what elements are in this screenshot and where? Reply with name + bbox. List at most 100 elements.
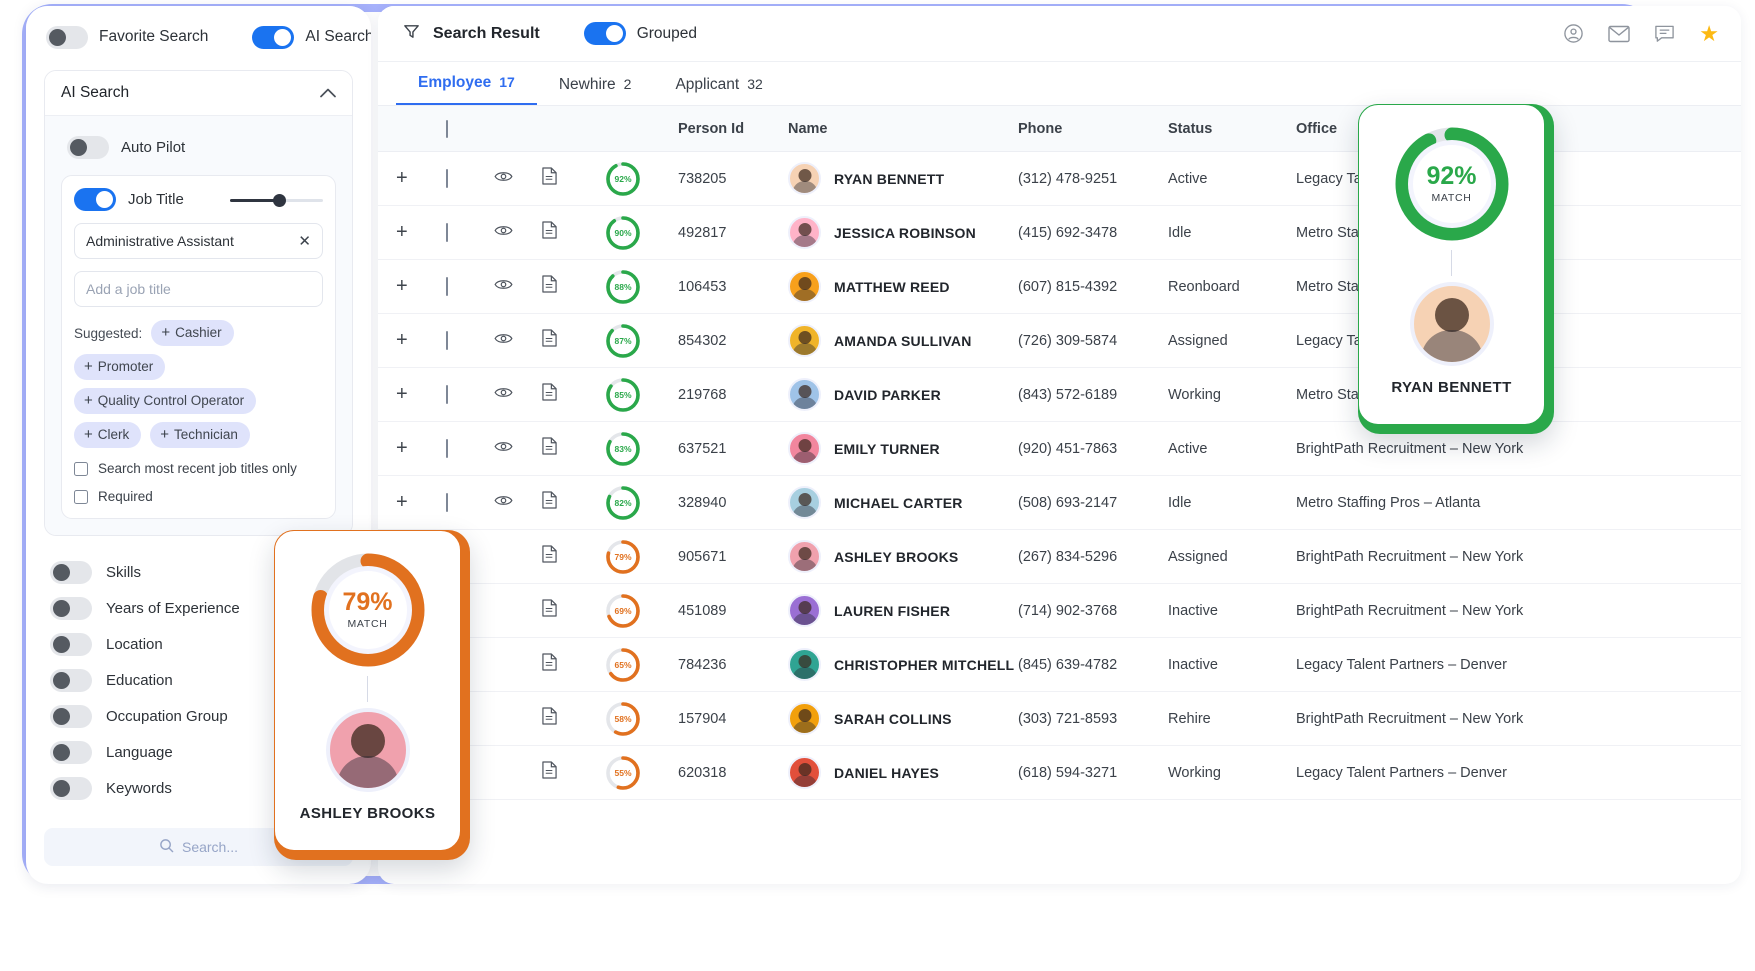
eye-icon[interactable] xyxy=(494,224,542,242)
suggestion-chip-promoter[interactable]: +Promoter xyxy=(74,354,165,380)
checkbox-icon[interactable] xyxy=(446,331,448,350)
table-row[interactable]: +58%157904SARAH COLLINS(303) 721-8593Reh… xyxy=(378,692,1741,746)
chat-icon[interactable] xyxy=(1654,24,1675,44)
document-icon[interactable] xyxy=(542,383,604,406)
avatar xyxy=(788,702,821,735)
select-all-cell[interactable] xyxy=(446,121,494,137)
suggestion-chip-technician[interactable]: +Technician xyxy=(150,422,250,448)
document-icon[interactable] xyxy=(542,653,604,676)
skills-toggle[interactable] xyxy=(50,561,92,584)
plus-icon[interactable]: + xyxy=(396,275,446,298)
document-icon[interactable] xyxy=(542,491,604,514)
checkbox-icon[interactable] xyxy=(74,462,88,476)
grouped-toggle-group[interactable]: Grouped xyxy=(584,22,697,45)
language-toggle[interactable] xyxy=(50,741,92,764)
tab-applicant[interactable]: Applicant 32 xyxy=(653,76,784,105)
plus-icon[interactable]: + xyxy=(396,167,446,190)
document-icon[interactable] xyxy=(542,167,604,190)
mail-icon[interactable] xyxy=(1608,25,1630,43)
cell-person-id: 451089 xyxy=(678,603,788,619)
row-checkbox-cell[interactable] xyxy=(446,170,494,188)
recent-job-titles-checkbox-row[interactable]: Search most recent job titles only xyxy=(74,461,323,476)
eye-icon[interactable] xyxy=(494,440,542,458)
tab-employee[interactable]: Employee 17 xyxy=(396,74,537,105)
column-header-status[interactable]: Status xyxy=(1168,121,1296,137)
job-title-toggle[interactable] xyxy=(74,188,116,211)
eye-icon[interactable] xyxy=(494,278,542,296)
required-checkbox-row[interactable]: Required xyxy=(74,489,323,504)
suggestion-chip-clerk[interactable]: +Clerk xyxy=(74,422,141,448)
favorite-search-toggle[interactable] xyxy=(46,26,88,49)
tab-label: Newhire xyxy=(559,76,616,94)
eye-icon[interactable] xyxy=(494,170,542,188)
plus-icon[interactable]: + xyxy=(396,329,446,352)
document-icon[interactable] xyxy=(542,221,604,244)
keywords-toggle[interactable] xyxy=(50,777,92,800)
grouped-toggle[interactable] xyxy=(584,22,626,45)
checkbox-icon[interactable] xyxy=(446,120,448,138)
table-row[interactable]: +65%784236CHRISTOPHER MITCHELL(845) 639-… xyxy=(378,638,1741,692)
document-icon[interactable] xyxy=(542,545,604,568)
funnel-icon[interactable] xyxy=(402,22,421,46)
checkbox-icon[interactable] xyxy=(446,493,448,512)
ai-search-panel-title: AI Search xyxy=(61,84,129,102)
plus-icon[interactable]: + xyxy=(396,221,446,244)
table-row[interactable]: +79%905671ASHLEY BROOKS(267) 834-5296Ass… xyxy=(378,530,1741,584)
table-row[interactable]: +82%328940MICHAEL CARTER(508) 693-2147Id… xyxy=(378,476,1741,530)
checkbox-icon[interactable] xyxy=(446,169,448,188)
suggestion-chip-cashier[interactable]: +Cashier xyxy=(151,320,233,346)
auto-pilot-toggle[interactable] xyxy=(67,136,109,159)
document-icon[interactable] xyxy=(542,599,604,622)
row-checkbox-cell[interactable] xyxy=(446,224,494,242)
suggestion-chip-quality-control-operator[interactable]: +Quality Control Operator xyxy=(74,388,256,414)
checkbox-icon[interactable] xyxy=(74,490,88,504)
star-icon[interactable]: ★ xyxy=(1699,21,1719,47)
document-icon[interactable] xyxy=(542,761,604,784)
user-circle-icon[interactable] xyxy=(1563,23,1584,44)
table-row[interactable]: +55%620318DANIEL HAYES(618) 594-3271Work… xyxy=(378,746,1741,800)
plus-icon[interactable]: + xyxy=(396,383,446,406)
occupation-group-toggle[interactable] xyxy=(50,705,92,728)
column-header-phone[interactable]: Phone xyxy=(1018,121,1168,137)
eye-icon[interactable] xyxy=(494,494,542,512)
row-checkbox-cell[interactable] xyxy=(446,440,494,458)
row-checkbox-cell[interactable] xyxy=(446,386,494,404)
row-checkbox-cell[interactable] xyxy=(446,494,494,512)
eye-icon[interactable] xyxy=(494,386,542,404)
plus-icon[interactable]: + xyxy=(396,491,446,514)
chevron-up-icon[interactable] xyxy=(320,85,336,101)
avatar xyxy=(788,540,821,573)
row-checkbox-cell[interactable] xyxy=(446,332,494,350)
row-checkbox-cell[interactable] xyxy=(446,278,494,296)
add-job-title-input[interactable]: Add a job title xyxy=(74,271,323,307)
match-card-ashley-brooks[interactable]: 79% MATCH ASHLEY BROOKS xyxy=(274,530,470,860)
document-icon[interactable] xyxy=(542,329,604,352)
document-icon[interactable] xyxy=(542,437,604,460)
match-percent: 82% xyxy=(604,484,642,522)
ai-search-toggle[interactable] xyxy=(252,26,294,49)
column-header-person-id[interactable]: Person Id xyxy=(678,121,788,137)
table-row[interactable]: +69%451089LAUREN FISHER(714) 902-3768Ina… xyxy=(378,584,1741,638)
job-title-value-field[interactable]: Administrative Assistant ✕ xyxy=(74,223,323,259)
auto-pilot-row[interactable]: Auto Pilot xyxy=(67,136,336,159)
favorite-search-toggle-group[interactable]: Favorite Search xyxy=(46,26,208,49)
tab-newhire[interactable]: Newhire 2 xyxy=(537,76,654,105)
ai-search-panel-header[interactable]: AI Search xyxy=(45,71,352,116)
checkbox-icon[interactable] xyxy=(446,385,448,404)
education-toggle[interactable] xyxy=(50,669,92,692)
job-title-weight-slider[interactable] xyxy=(230,192,323,208)
eye-icon[interactable] xyxy=(494,332,542,350)
document-icon[interactable] xyxy=(542,707,604,730)
checkbox-icon[interactable] xyxy=(446,277,448,296)
match-card-ryan-bennett[interactable]: 92% MATCH RYAN BENNETT xyxy=(1358,104,1554,434)
years-of-experience-toggle[interactable] xyxy=(50,597,92,620)
column-header-name[interactable]: Name xyxy=(788,121,1018,137)
checkbox-icon[interactable] xyxy=(446,439,448,458)
checkbox-icon[interactable] xyxy=(446,223,448,242)
plus-icon[interactable]: + xyxy=(396,437,446,460)
cell-office: BrightPath Recruitment – New York xyxy=(1296,711,1741,727)
close-icon[interactable]: ✕ xyxy=(298,232,311,250)
location-toggle[interactable] xyxy=(50,633,92,656)
ai-search-toggle-group[interactable]: AI Search xyxy=(252,26,371,49)
document-icon[interactable] xyxy=(542,275,604,298)
